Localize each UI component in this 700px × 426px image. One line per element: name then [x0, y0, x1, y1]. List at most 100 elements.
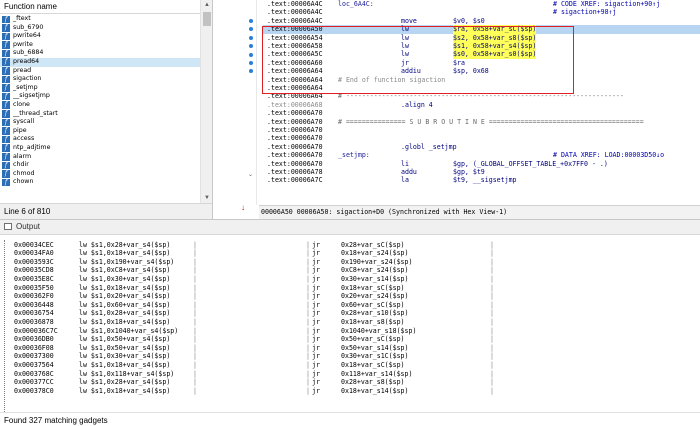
disasm-line[interactable]: .text:00006A68 .align 4: [263, 101, 700, 109]
gadget-row[interactable]: 0x00036448 lw $s1,0x60+var_s4($sp) | | jr 0x6…: [0, 301, 700, 310]
function-icon: f: [2, 67, 10, 75]
function-item[interactable]: f __thread_start: [0, 110, 200, 119]
gadget-separator: |: [306, 369, 310, 378]
disassembly-view[interactable]: ⌄ ↓ .text:00006A4C loc_6A4C: # CODE XREF: …: [213, 0, 700, 219]
function-item[interactable]: f chown: [0, 178, 200, 187]
gadget-row[interactable]: 0x000377CC lw $s1,0x28+var_s4($sp) | | jr 0x2…: [0, 378, 700, 387]
function-item[interactable]: f __sigsetjmp: [0, 92, 200, 101]
breakpoint-dot-icon[interactable]: [249, 69, 253, 74]
gadget-separator: |: [193, 309, 197, 318]
disasm-line[interactable]: .text:00006A70 # =============== S U B R …: [263, 118, 700, 126]
disasm-line[interactable]: .text:00006A70: [263, 126, 700, 134]
gadget-instruction-1: lw $s1,0x18+var_s4($sp): [79, 386, 171, 395]
gadget-row[interactable]: 0x00037564 lw $s1,0x18+var_s4($sp) | | jr 0x1…: [0, 361, 700, 370]
functions-scrollbar[interactable]: ▲ ▼: [200, 0, 212, 203]
disasm-line[interactable]: .text:00006A64 # End of function sigactio…: [263, 76, 700, 84]
function-item[interactable]: f sub_6884: [0, 49, 200, 58]
function-item[interactable]: f _setjmp: [0, 84, 200, 93]
function-item[interactable]: f chmod: [0, 170, 200, 179]
function-item[interactable]: f alarm: [0, 153, 200, 162]
gadget-separator: |: [490, 274, 494, 283]
gadget-row[interactable]: 0x000362F0 lw $s1,0x20+var_s4($sp) | | jr 0x2…: [0, 292, 700, 301]
function-item[interactable]: f pwrite64: [0, 32, 200, 41]
function-item[interactable]: f access: [0, 135, 200, 144]
function-item[interactable]: f pipe: [0, 127, 200, 136]
scroll-down-icon[interactable]: ▼: [203, 194, 211, 202]
disasm-operands: $s1, 0x58+var_s4($sp): [453, 42, 537, 51]
disasm-line[interactable]: .text:00006A70: [263, 134, 700, 142]
gadget-row[interactable]: 0x00035F50 lw $s1,0x18+var_s4($sp) | | jr 0x1…: [0, 284, 700, 293]
scroll-up-icon[interactable]: ▲: [203, 1, 211, 9]
gadget-row[interactable]: 0x00034CEC lw $s1,0x28+var_s4($sp) | | jr 0x2…: [0, 241, 700, 250]
disasm-line[interactable]: .text:00006A64 addiu $sp, 0x68: [263, 67, 700, 75]
function-item[interactable]: f ntp_adjtime: [0, 144, 200, 153]
disasm-line[interactable]: .text:00006A70 _setjmp: # DATA XREF: LOAD:…: [263, 151, 700, 159]
breakpoint-dot-icon[interactable]: [249, 27, 253, 32]
disasm-line[interactable]: .text:00006A5C lw $s0, 0x58+var_s0($sp): [263, 50, 700, 59]
gadget-instruction-3: 0x20+var_s24($sp): [341, 292, 409, 301]
gadget-separator: |: [490, 266, 494, 275]
gadget-row[interactable]: 0x00034FA0 lw $s1,0x18+var_s4($sp) | | jr 0x1…: [0, 249, 700, 258]
disasm-line[interactable]: .text:00006A4C move $v0, $s0: [263, 17, 700, 25]
output-title-bar[interactable]: Output: [0, 220, 700, 235]
breakpoint-dot-icon[interactable]: [249, 19, 253, 23]
breakpoint-dot-icon[interactable]: [249, 61, 253, 65]
gadget-separator: |: [193, 360, 197, 369]
function-item[interactable]: f clone: [0, 101, 200, 110]
gadget-separator: |: [490, 292, 494, 301]
gadget-row[interactable]: 0x00036878 lw $s1,0x18+var_s4($sp) | | jr 0x1…: [0, 318, 700, 327]
gadget-row[interactable]: 0x00036DB0 lw $s1,0x50+var_s4($sp) | | jr 0x5…: [0, 335, 700, 344]
gadget-row[interactable]: 0x000036C7C lw $s1,0x1040+var_s4($sp) | | jr…: [0, 327, 700, 336]
gadget-instruction-2: jr: [312, 352, 320, 361]
disasm-line[interactable]: .text:00006A4C loc_6A4C: # CODE XREF: siga…: [263, 0, 700, 8]
gadget-separator: |: [306, 360, 310, 369]
function-item[interactable]: f chdir: [0, 161, 200, 170]
disasm-operands: $gp, $t9: [453, 168, 485, 176]
function-item[interactable]: f sigaction: [0, 75, 200, 84]
gadget-instruction-1: lw $s1,0x30+var_s4($sp): [79, 274, 171, 283]
gadget-separator: |: [306, 343, 310, 352]
gadget-separator: |: [193, 343, 197, 352]
gadget-row[interactable]: 0x00035E8C lw $s1,0x30+var_s4($sp) | | jr 0x3…: [0, 275, 700, 284]
disasm-line[interactable]: .text:00006A50 lw $ra, 0x58+var_sC($sp): [263, 25, 700, 34]
functions-column-header[interactable]: Function name: [0, 0, 200, 14]
breakpoint-dot-icon[interactable]: [249, 44, 253, 49]
gadget-row[interactable]: 0x00035CD8 lw $s1,0xC8+var_s4($sp) | | jr 0xC…: [0, 266, 700, 275]
breakpoint-dot-icon[interactable]: [249, 35, 253, 40]
gadget-row[interactable]: 0x00036F08 lw $s1,0x50+var_s4($sp) | | jr 0x5…: [0, 344, 700, 353]
function-icon: f: [2, 49, 10, 58]
disasm-line[interactable]: .text:00006A70: [263, 109, 700, 117]
disasm-line[interactable]: .text:00006A78 addu $gp, $t9: [263, 168, 700, 176]
disasm-line[interactable]: .text:00006A64: [263, 84, 700, 92]
gadget-row[interactable]: 0x0003593C lw $s1,0x190+var_s4($sp) | | jr 0x…: [0, 258, 700, 267]
disasm-line[interactable]: .text:00006A70 .globl _setjmp: [263, 143, 700, 151]
gadget-address: 0x00036878: [14, 317, 54, 326]
gadget-row[interactable]: 0x0003768C lw $s1,0x118+var_s4($sp) | | jr 0x…: [0, 370, 700, 379]
disasm-line[interactable]: .text:00006A4C # sigaction+98↑j: [263, 8, 700, 16]
gadget-address: 0x000377CC: [14, 378, 54, 387]
function-item[interactable]: f _ftext: [0, 15, 200, 24]
fold-chevron-icon[interactable]: ⌄: [248, 171, 253, 178]
disasm-line[interactable]: .text:00006A58 lw $s1, 0x58+var_s4($sp): [263, 42, 700, 51]
gadget-results[interactable]: 0x00034CEC lw $s1,0x28+var_s4($sp) | | jr 0x2…: [0, 240, 700, 412]
function-item[interactable]: f pread64: [0, 57, 200, 67]
function-item[interactable]: f syscall: [0, 118, 200, 127]
disasm-mnemonic: lw: [401, 25, 409, 34]
gadget-row[interactable]: 0x00037300 lw $s1,0x30+var_s4($sp) | | jr 0x3…: [0, 352, 700, 361]
disasm-line[interactable]: .text:00006A60 jr $ra: [263, 59, 700, 67]
disasm-mnemonic: lw: [401, 50, 409, 59]
function-item[interactable]: f sub_6790: [0, 24, 200, 33]
scrollbar-thumb[interactable]: [203, 12, 211, 26]
disasm-line[interactable]: .text:00006A54 lw $s2, 0x58+var_s8($sp): [263, 33, 700, 42]
function-item[interactable]: f pwrite: [0, 41, 200, 50]
disasm-line[interactable]: .text:00006A64 # ------------------------…: [263, 92, 700, 100]
disasm-line[interactable]: .text:00006A70 li $gp, (_GLOBAL_OFFSET_TAB…: [263, 160, 700, 168]
disasm-line[interactable]: .text:00006A7C la $t9, __sigsetjmp: [263, 176, 700, 184]
gadget-instruction-1: lw $s1,0x18+var_s4($sp): [79, 317, 171, 326]
disasm-address: .text:00006A64: [267, 75, 323, 84]
disassembly-code[interactable]: .text:00006A4C loc_6A4C: # CODE XREF: siga…: [263, 0, 700, 205]
gadget-row[interactable]: 0x00036754 lw $s1,0x28+var_s4($sp) | | jr 0x2…: [0, 309, 700, 318]
function-item[interactable]: f pread: [0, 67, 200, 76]
gadget-row[interactable]: 0x000378C0 lw $s1,0x18+var_s4($sp) | | jr 0x1…: [0, 387, 700, 396]
breakpoint-dot-icon[interactable]: [249, 52, 253, 57]
